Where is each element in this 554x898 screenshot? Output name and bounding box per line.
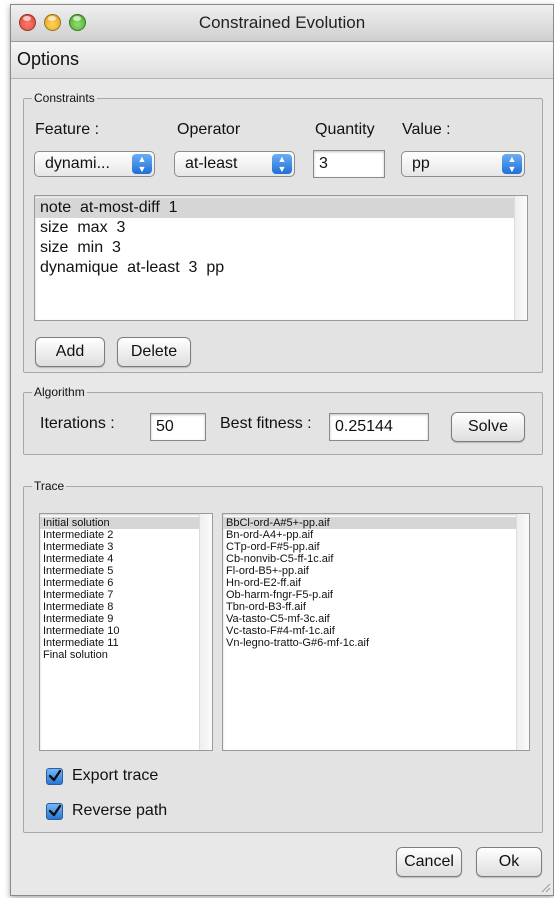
trace-step-item[interactable]: Intermediate 5 (40, 565, 212, 577)
trace-step-item[interactable]: Intermediate 3 (40, 541, 212, 553)
add-button[interactable]: Add (35, 337, 105, 367)
constraints-legend: Constraints (34, 91, 95, 105)
trace-step-item[interactable]: Intermediate 7 (40, 589, 212, 601)
iterations-label: Iterations : (40, 415, 115, 432)
algorithm-group: Algorithm Iterations : 50 Best fitness :… (23, 385, 543, 455)
export-trace-check-icon (46, 768, 63, 785)
trace-file-item[interactable]: Ob-harm-fngr-F5-p.aif (223, 589, 529, 601)
trace-file-item[interactable]: Tbn-ord-B3-ff.aif (223, 601, 529, 613)
reverse-path-label: Reverse path (72, 802, 168, 819)
value-select-value: pp (412, 155, 430, 172)
trace-group: Trace Initial solution Intermediate 2 Inte… (23, 479, 543, 833)
best-fitness-field[interactable]: 0.25144 (329, 413, 429, 441)
value-select[interactable]: pp ▲ ▼ (401, 151, 525, 177)
trace-step-item[interactable]: Intermediate 2 (40, 529, 212, 541)
menu-options[interactable]: Options (17, 49, 79, 70)
constraints-list[interactable]: note at-most-diff 1 size max 3 size min 3d… (34, 195, 528, 321)
reverse-path-checkbox[interactable]: Reverse path (46, 802, 206, 824)
trace-file-item[interactable]: Hn-ord-E2-ff.aif (223, 577, 529, 589)
trace-step-item[interactable]: Intermediate 11 (40, 637, 212, 649)
trace-step-item[interactable]: Initial solution (40, 517, 212, 529)
trace-step-item[interactable]: Intermediate 6 (40, 577, 212, 589)
trace-files-list[interactable]: BbCl-ord-A#5+-pp.aif Bn-ord-A4+-pp.aif CTp… (222, 513, 530, 751)
trace-file-item[interactable]: BbCl-ord-A#5+-pp.aif (223, 517, 529, 529)
trace-file-item[interactable]: Cb-nonvib-C5-ff-1c.aif (223, 553, 529, 565)
best-fitness-label: Best fitness : (220, 415, 312, 432)
window-title: Constrained Evolution (198, 13, 366, 32)
trace-legend: Trace (34, 479, 65, 493)
trace-step-item[interactable]: Final solution (40, 649, 212, 661)
trace-step-item[interactable]: Intermediate 4 (40, 553, 212, 565)
trace-file-item[interactable]: Vc-tasto-F#4-mf-1c.aif (223, 625, 529, 637)
constraint-row[interactable]: size max 3 (35, 218, 527, 238)
export-trace-checkbox[interactable]: Export trace (46, 767, 206, 789)
ok-button[interactable]: Ok (476, 847, 542, 877)
trace-steps-scrollbar[interactable] (199, 514, 212, 750)
trace-step-item[interactable]: Intermediate 9 (40, 613, 212, 625)
trace-step-item[interactable]: Intermediate 10 (40, 625, 212, 637)
iterations-input[interactable]: 50 (150, 413, 206, 441)
operator-select-value: at-least (185, 155, 238, 172)
operator-stepper-icon: ▲ ▼ (272, 154, 292, 174)
feature-label: Feature : (35, 121, 100, 138)
solve-button[interactable]: Solve (451, 412, 525, 442)
trace-file-item[interactable]: Va-tasto-C5-mf-3c.aif (223, 613, 529, 625)
delete-button[interactable]: Delete (117, 337, 191, 367)
trace-file-item[interactable]: Bn-ord-A4+-pp.aif (223, 529, 529, 541)
quantity-label: Quantity (315, 121, 375, 138)
reverse-path-check-icon (46, 803, 63, 820)
constraints-list-scrollbar[interactable] (514, 196, 527, 320)
value-label: Value : (402, 121, 451, 138)
constraint-row[interactable]: size min 3 (35, 238, 527, 258)
operator-label: Operator (177, 121, 241, 138)
trace-files-scrollbar[interactable] (516, 514, 529, 750)
feature-select[interactable]: dynami... ▲ ▼ (34, 151, 155, 177)
constraints-group: Constraints Feature : Operator Quantity … (23, 91, 543, 373)
trace-step-item[interactable]: Intermediate 8 (40, 601, 212, 613)
export-trace-label: Export trace (72, 767, 159, 784)
resize-grip-icon[interactable] (539, 881, 551, 893)
trace-file-item[interactable]: CTp-ord-F#5-pp.aif (223, 541, 529, 553)
cancel-button[interactable]: Cancel (396, 847, 462, 877)
trace-file-item[interactable]: Fl-ord-B5+-pp.aif (223, 565, 529, 577)
menu-bar: Options (11, 42, 553, 79)
trace-steps-list[interactable]: Initial solution Intermediate 2 Intermedia… (39, 513, 213, 751)
dialog-window: Constrained Evolution Options Constraint… (10, 4, 554, 896)
value-stepper-icon: ▲ ▼ (502, 154, 522, 174)
constraint-row[interactable]: note at-most-diff 1 (35, 198, 527, 218)
feature-stepper-icon: ▲ ▼ (132, 154, 152, 174)
title-bar[interactable]: Constrained Evolution (11, 5, 553, 42)
trace-file-item[interactable]: Vn-legno-tratto-G#6-mf-1c.aif (223, 637, 529, 649)
algorithm-legend: Algorithm (34, 385, 85, 399)
feature-select-value: dynami... (45, 155, 110, 172)
constraint-row[interactable]: dynamique at-least 3 pp (35, 258, 527, 278)
quantity-input[interactable]: 3 (313, 150, 385, 178)
operator-select[interactable]: at-least ▲ ▼ (174, 151, 295, 177)
